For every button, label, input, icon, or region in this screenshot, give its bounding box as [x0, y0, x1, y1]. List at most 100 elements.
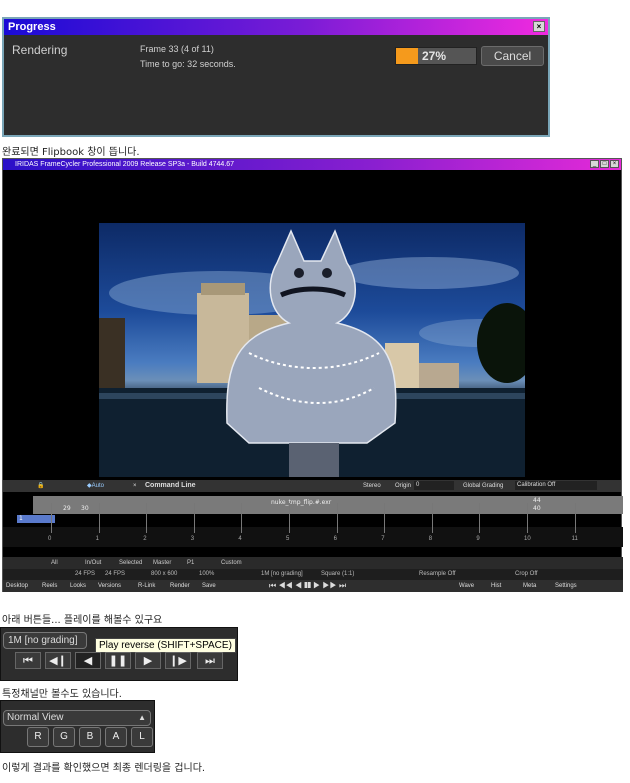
- panel-button[interactable]: Settings: [555, 580, 577, 592]
- timeline-in-marker[interactable]: 1: [17, 515, 55, 523]
- reel-tab[interactable]: Selected: [119, 557, 142, 569]
- maximize-icon[interactable]: □: [600, 160, 609, 168]
- close-icon[interactable]: ×: [133, 480, 137, 492]
- origin-label: Origin: [395, 483, 412, 489]
- first-frame-button[interactable]: ⏮: [15, 652, 41, 669]
- last-frame-button[interactable]: ⏭: [197, 652, 223, 669]
- resample-select[interactable]: Resample Off: [419, 569, 456, 580]
- progress-title: Progress: [8, 21, 56, 33]
- command-line-label[interactable]: Command Line: [145, 480, 196, 492]
- bottom-toolbar: ⏮ ◀◀ ◀ ❚❚ ▶ ▶▶ ⏭ Desktop Reels Looks Versio…: [3, 580, 623, 592]
- ruler-tick: [431, 503, 433, 533]
- reel-tab[interactable]: Custom: [221, 557, 242, 569]
- channel-g-button[interactable]: G: [53, 727, 75, 747]
- close-icon[interactable]: ×: [533, 21, 545, 32]
- channel-selector-crop: Normal View ▲ R G B A L: [0, 700, 155, 753]
- transport-controls[interactable]: ⏮ ◀◀ ◀ ❚❚ ▶ ▶▶ ⏭: [269, 580, 346, 592]
- view-mode-label: Normal View: [7, 712, 64, 723]
- playback-controls-crop: 1M [no grading] Play reverse (SHIFT+SPAC…: [0, 627, 238, 681]
- ruler-tick-label: 11: [571, 536, 578, 542]
- ruler-tick-label: 7: [381, 536, 385, 542]
- fps-target: 24 FPS: [105, 571, 126, 577]
- viewer-toolbar: 🔒 ◆Auto × Command Line Stereo Origin 0 G…: [3, 480, 621, 492]
- panel-button[interactable]: Meta: [523, 580, 536, 592]
- play-button[interactable]: ▶: [135, 652, 161, 669]
- progress-fill: [396, 48, 418, 64]
- clip-name: nuke_tmp_flip.#.exr: [271, 499, 332, 506]
- aspect-select[interactable]: Square (1:1): [321, 569, 354, 580]
- step-back-icon: ◀❙: [49, 654, 67, 667]
- skip-to-end-icon: ⏭: [205, 654, 215, 667]
- panel-button[interactable]: Reels: [42, 580, 57, 592]
- origin-input[interactable]: 0: [414, 481, 454, 490]
- time-remaining-text: Time to go: 32 seconds.: [140, 59, 236, 69]
- global-grading-button[interactable]: Global Grading: [463, 480, 503, 492]
- panel-button[interactable]: Render: [170, 580, 190, 592]
- viewer-image: [99, 223, 539, 477]
- step-back-button[interactable]: ◀❙: [45, 652, 71, 669]
- clip-end-b: 40: [533, 505, 541, 512]
- grading-status[interactable]: 1M [no grading]: [261, 569, 303, 580]
- channel-r-button[interactable]: R: [27, 727, 49, 747]
- timeline-clip[interactable]: nuke_tmp_flip.#.exr 29 30 44 40: [33, 496, 623, 514]
- play-reverse-button[interactable]: ◀: [75, 652, 101, 669]
- channel-a-button[interactable]: A: [105, 727, 127, 747]
- view-mode-select[interactable]: Normal View ▲: [3, 710, 151, 726]
- stereo-toggle[interactable]: Stereo: [363, 480, 381, 492]
- cancel-button[interactable]: Cancel: [481, 46, 544, 66]
- zoom-level: 100%: [199, 571, 215, 577]
- step-forward-button[interactable]: ❙▶: [165, 652, 191, 669]
- grading-status[interactable]: 1M [no grading]: [3, 632, 87, 649]
- ruler-tick: [98, 503, 100, 533]
- framecycler-window: IRIDAS FrameCycler Professional 2009 Rel…: [2, 158, 623, 592]
- progress-titlebar: Progress ×: [4, 19, 548, 35]
- caption-final-render: 이렇게 결과를 확인했으면 최종 렌더링을 겁니다.: [2, 763, 206, 774]
- panel-button[interactable]: R-Link: [138, 580, 155, 592]
- reel-tab[interactable]: In/Out: [85, 557, 101, 569]
- ruler-tick-label: 3: [190, 536, 195, 542]
- reel-tab[interactable]: All: [51, 557, 58, 569]
- caption-channels: 특정채널만 볼수도 있습니다.: [2, 689, 122, 700]
- ruler-tick-label: 2: [143, 536, 147, 542]
- timeline-ruler[interactable]: 0 1 2 3 4 5 6 7 8 9 10 11: [3, 503, 623, 547]
- ruler-tick-label: 6: [333, 536, 337, 542]
- rendering-label: Rendering: [12, 43, 68, 57]
- close-icon[interactable]: ×: [610, 160, 619, 168]
- reel-tab[interactable]: Master: [153, 557, 171, 569]
- ruler-tick: [479, 503, 481, 533]
- panel-button[interactable]: Hist: [491, 580, 501, 592]
- resolution: 800 x 600: [151, 571, 178, 577]
- ruler-tick: [527, 503, 528, 533]
- panel-button[interactable]: Versions: [98, 580, 121, 592]
- ruler-tick: [193, 503, 195, 533]
- crop-select[interactable]: Crop Off: [515, 569, 538, 580]
- reel-tabs: All In/Out Selected Master P1 Custom: [3, 557, 623, 569]
- ruler-tick-label: 10: [524, 536, 531, 542]
- channel-l-button[interactable]: L: [131, 727, 153, 747]
- panel-button[interactable]: Wave: [459, 580, 474, 592]
- ruler-tick-label: 1: [95, 536, 99, 542]
- panel-button[interactable]: Save: [202, 580, 216, 592]
- chevron-up-icon: ▲: [138, 713, 146, 722]
- caption-play-buttons: 아래 버튼들... 플레이를 해볼수 있구요: [2, 615, 163, 626]
- panel-button[interactable]: Desktop: [6, 580, 28, 592]
- progress-percent: 27%: [422, 49, 447, 63]
- clip-end-a: 44: [533, 497, 541, 504]
- progress-dialog: Progress × Rendering Frame 33 (4 of 11) …: [2, 17, 550, 137]
- channel-b-button[interactable]: B: [79, 727, 101, 747]
- panel-button[interactable]: Looks: [70, 580, 86, 592]
- ruler-tick: [146, 503, 148, 533]
- auto-toggle[interactable]: ◆Auto: [87, 480, 104, 492]
- lock-icon[interactable]: 🔒: [37, 480, 44, 492]
- clip-start-b: 30: [81, 505, 89, 512]
- reel-tab[interactable]: P1: [187, 557, 194, 569]
- calibration-select[interactable]: Calibration Off: [515, 481, 597, 490]
- caption-flipbook: 완료되면 Flipbook 창이 뜹니다.: [2, 147, 140, 158]
- minimize-icon[interactable]: _: [590, 160, 599, 168]
- ruler-tick-label: 8: [428, 536, 433, 542]
- step-forward-icon: ❙▶: [169, 654, 187, 667]
- ruler-tick: [241, 503, 243, 533]
- pause-button[interactable]: ❚❚: [105, 652, 131, 669]
- play-reverse-tooltip: Play reverse (SHIFT+SPACE): [95, 638, 236, 653]
- framecycler-titlebar: IRIDAS FrameCycler Professional 2009 Rel…: [3, 159, 621, 170]
